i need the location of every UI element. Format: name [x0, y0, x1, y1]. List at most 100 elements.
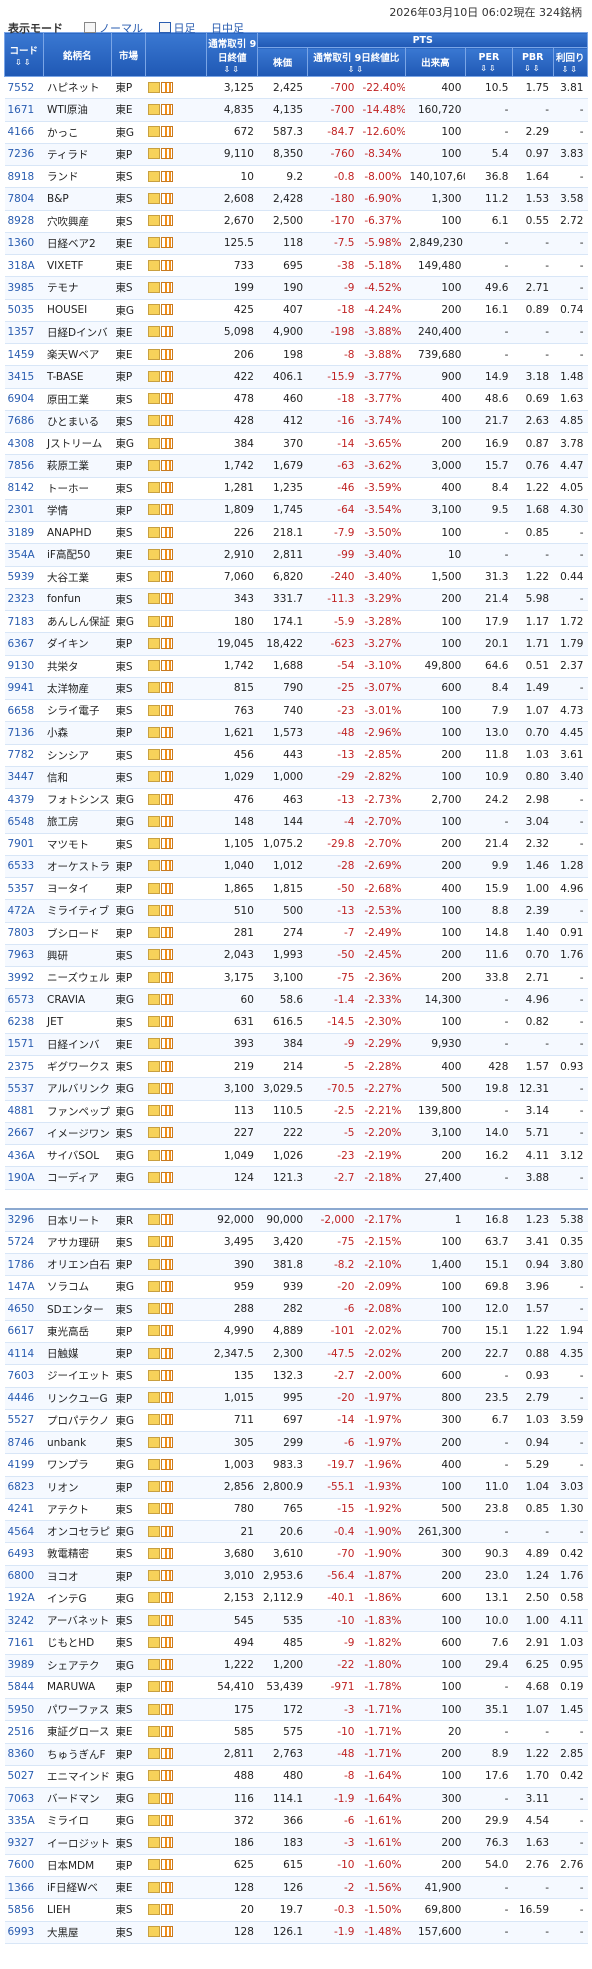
table-row[interactable]: 4379 フォトシンス 東G 476 463 -13 -2.73% 2,700 24.2 2.98…	[4, 788, 588, 812]
row-name[interactable]: アサカ理研	[43, 1231, 112, 1255]
row-name[interactable]: トーホー	[43, 477, 112, 500]
chart-icon[interactable]	[160, 704, 173, 716]
table-row[interactable]: 2375 ギグワークス 東S 219 214 -5 -2.28% 400 428 1.57 0.93	[4, 1055, 588, 1079]
table-row[interactable]: 4241 アテクト 東S 780 765 -15 -1.92% 500 23.8 0.85 1.30	[4, 1498, 588, 1522]
chart-icon[interactable]	[160, 192, 173, 204]
chart-icon[interactable]	[160, 615, 173, 627]
book-icon[interactable]	[147, 1659, 160, 1671]
row-code[interactable]: 5027	[4, 1765, 43, 1789]
chart-icon[interactable]	[160, 1414, 173, 1426]
table-row[interactable]: 8142 トーホー 東S 1,281 1,235 -46 -3.59% 400 8.4 1.22 4…	[4, 477, 588, 500]
row-code[interactable]: 3989	[4, 1654, 43, 1677]
row-name[interactable]: かっこ	[43, 121, 112, 144]
row-code[interactable]: 6904	[4, 388, 43, 411]
row-code[interactable]: 6367	[4, 632, 43, 656]
book-icon[interactable]	[147, 1926, 160, 1938]
book-icon[interactable]	[147, 1614, 160, 1626]
row-code[interactable]: 1360	[4, 232, 43, 256]
row-name[interactable]: ジーイエット	[43, 1364, 112, 1388]
table-row[interactable]: 1360 日経ベア2 東E 125.5 118 -7.5 -5.98% 2,849,230- -…	[4, 232, 588, 256]
table-row[interactable]: 4650 SDエンター 東S 288 282 -6 -2.08% 100 12.0 1.57-	[4, 1298, 588, 1321]
row-code[interactable]: 7600	[4, 1854, 43, 1878]
book-icon[interactable]	[147, 126, 160, 138]
col-code[interactable]: コード ⇩⇩	[4, 32, 44, 77]
row-name[interactable]: ティラド	[43, 143, 112, 167]
book-icon[interactable]	[147, 1547, 160, 1559]
chart-icon[interactable]	[160, 771, 173, 783]
table-row[interactable]: 7804 B&P 東S 2,608 2,428 -180 -6.90% 1,300 11.2 1.…	[4, 187, 588, 211]
row-code[interactable]: 192A	[4, 1587, 43, 1611]
table-row[interactable]: 5856 LIEH 東S 20 19.7 -0.3 -1.50% 69,800-16.59-	[4, 1898, 588, 1922]
chart-icon[interactable]	[160, 1814, 173, 1826]
book-icon[interactable]	[147, 1414, 160, 1426]
row-code[interactable]: 147A	[4, 1275, 43, 1299]
table-row[interactable]: 7600 日本MDM 東P 625 615 -10 -1.60% 200 54.0 2.76 2.7…	[4, 1854, 588, 1878]
row-code[interactable]: 1459	[4, 343, 43, 367]
book-icon[interactable]	[147, 393, 160, 405]
row-name[interactable]: Jストリーム	[43, 432, 112, 456]
row-name[interactable]: ミライティブ	[43, 899, 112, 923]
table-row[interactable]: 7901 マツモト 東S 1,105 1,075.2 -29.8 -2.70% 200 21.4…	[4, 833, 588, 856]
book-icon[interactable]	[147, 571, 160, 583]
row-name[interactable]: T-BASE	[43, 365, 112, 389]
row-code[interactable]: 4308	[4, 432, 43, 456]
row-code[interactable]: 4881	[4, 1100, 43, 1123]
table-row[interactable]: 5537 アルバリンク 東G 3,100 3,029.5 -70.5 -2.27% 500 19…	[4, 1077, 588, 1101]
chart-icon[interactable]	[160, 1016, 173, 1028]
book-icon[interactable]	[147, 148, 160, 160]
book-icon[interactable]	[147, 304, 160, 316]
table-row[interactable]: 3296 日本リート 東R 92,000 90,000 -2,000 -2.17% 1 16.8…	[4, 1208, 588, 1232]
chart-icon[interactable]	[160, 504, 173, 516]
row-name[interactable]: 東光高岳	[43, 1320, 112, 1344]
row-code[interactable]: 7236	[4, 143, 43, 167]
table-row[interactable]: 5027 エニマインド 東G 488 480 -8 -1.64% 100 17.6 1.70 0.4…	[4, 1765, 588, 1789]
row-name[interactable]: インテG	[43, 1587, 112, 1611]
row-name[interactable]: ひとまいる	[43, 410, 112, 434]
book-icon[interactable]	[147, 615, 160, 627]
book-icon[interactable]	[147, 882, 160, 894]
chart-icon[interactable]	[160, 348, 173, 360]
chart-icon[interactable]	[160, 1659, 173, 1671]
table-row[interactable]: 6573 CRAVIA 東G 60 58.6 -1.4 -2.33% 14,300-4.96-	[4, 988, 588, 1012]
chart-icon[interactable]	[160, 1881, 173, 1893]
table-row[interactable]: 4881 ファンペップ 東G 113 110.5 -2.5 -2.21% 139,800-3.…	[4, 1100, 588, 1123]
row-name[interactable]: イメージワン	[43, 1122, 112, 1146]
table-row[interactable]: 8360 ちゅうぎんF 東P 2,811 2,763 -48 -1.71% 200 8.9 1.2…	[4, 1743, 588, 1766]
book-icon[interactable]	[147, 1703, 160, 1715]
chart-icon[interactable]	[160, 593, 173, 605]
row-name[interactable]: ハピネット	[43, 76, 112, 100]
row-code[interactable]: 2667	[4, 1122, 43, 1146]
row-code[interactable]: 472A	[4, 899, 43, 923]
row-name[interactable]: ランド	[43, 165, 112, 189]
sort-arrows-icon[interactable]: ⇩⇩	[554, 65, 587, 74]
row-code[interactable]: 6823	[4, 1476, 43, 1499]
row-code[interactable]: 7901	[4, 833, 43, 856]
table-row[interactable]: 6238 JET 東S 631 616.5 -14.5 -2.30% 100-0.82-	[4, 1011, 588, 1034]
row-code[interactable]: 5939	[4, 566, 43, 589]
row-code[interactable]: 1671	[4, 98, 43, 122]
chart-icon[interactable]	[160, 904, 173, 916]
row-code[interactable]: 2301	[4, 499, 43, 523]
row-code[interactable]: 6533	[4, 855, 43, 879]
row-code[interactable]: 4166	[4, 121, 43, 144]
chart-icon[interactable]	[160, 259, 173, 271]
table-row[interactable]: 8746 unbank 東S 305 299 -6 -1.97% 200-0.94-	[4, 1431, 588, 1455]
book-icon[interactable]	[147, 1570, 160, 1582]
table-row[interactable]: 1459 楽天Wベア 東E 206 198 -8 -3.88% 739,680- - -	[4, 343, 588, 367]
table-row[interactable]: 9327 イーロジット 東S 186 183 -3 -1.61% 200 76.3 1.63-	[4, 1832, 588, 1855]
table-row[interactable]: 190A コーディア 東G 124 121.3 -2.7 -2.18% 27,400-3.88…	[4, 1166, 588, 1190]
chart-icon[interactable]	[160, 1060, 173, 1072]
book-icon[interactable]	[147, 1280, 160, 1292]
book-icon[interactable]	[147, 1792, 160, 1804]
row-code[interactable]: 4650	[4, 1298, 43, 1321]
row-code[interactable]: 7856	[4, 454, 43, 478]
chart-icon[interactable]	[160, 281, 173, 293]
row-name[interactable]: B&P	[43, 187, 112, 211]
book-icon[interactable]	[147, 1503, 160, 1515]
row-code[interactable]: 190A	[4, 1166, 43, 1190]
col-prev-close[interactable]: 通常取引 9日終値 ⇩⇩	[206, 32, 259, 77]
table-row[interactable]: 4114 日触媒 東P 2,347.5 2,300 -47.5 -2.02% 200 22.7 0…	[4, 1342, 588, 1366]
table-row[interactable]: 5035 HOUSEI 東G 425 407 -18 -4.24% 200 16.1 0.89 0.…	[4, 299, 588, 322]
book-icon[interactable]	[147, 1303, 160, 1315]
chart-icon[interactable]	[160, 637, 173, 649]
